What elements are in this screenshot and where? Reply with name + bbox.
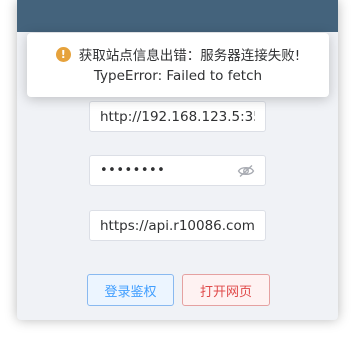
server-url-field[interactable]: http://192.168.123.5:35 (89, 101, 266, 132)
toast-message: 获取站点信息出错：服务器连接失败! (78, 48, 301, 64)
password-field[interactable]: •••••••• (89, 155, 266, 186)
password-value: •••••••• (100, 163, 166, 178)
api-url-value: https://api.r10086.com/ (100, 217, 255, 234)
server-url-value: http://192.168.123.5:35 (100, 108, 255, 125)
api-url-field[interactable]: https://api.r10086.com/ (89, 210, 266, 241)
panel-header (17, 0, 338, 32)
error-toast: ! 获取站点信息出错：服务器连接失败! TypeError: Failed to… (27, 33, 329, 97)
warning-icon: ! (55, 46, 71, 62)
login-auth-button[interactable]: 登录鉴权 (87, 274, 174, 306)
eye-off-icon[interactable] (237, 164, 255, 178)
open-webpage-button[interactable]: 打开网页 (182, 274, 270, 306)
toast-detail: TypeError: Failed to fetch (93, 68, 263, 84)
